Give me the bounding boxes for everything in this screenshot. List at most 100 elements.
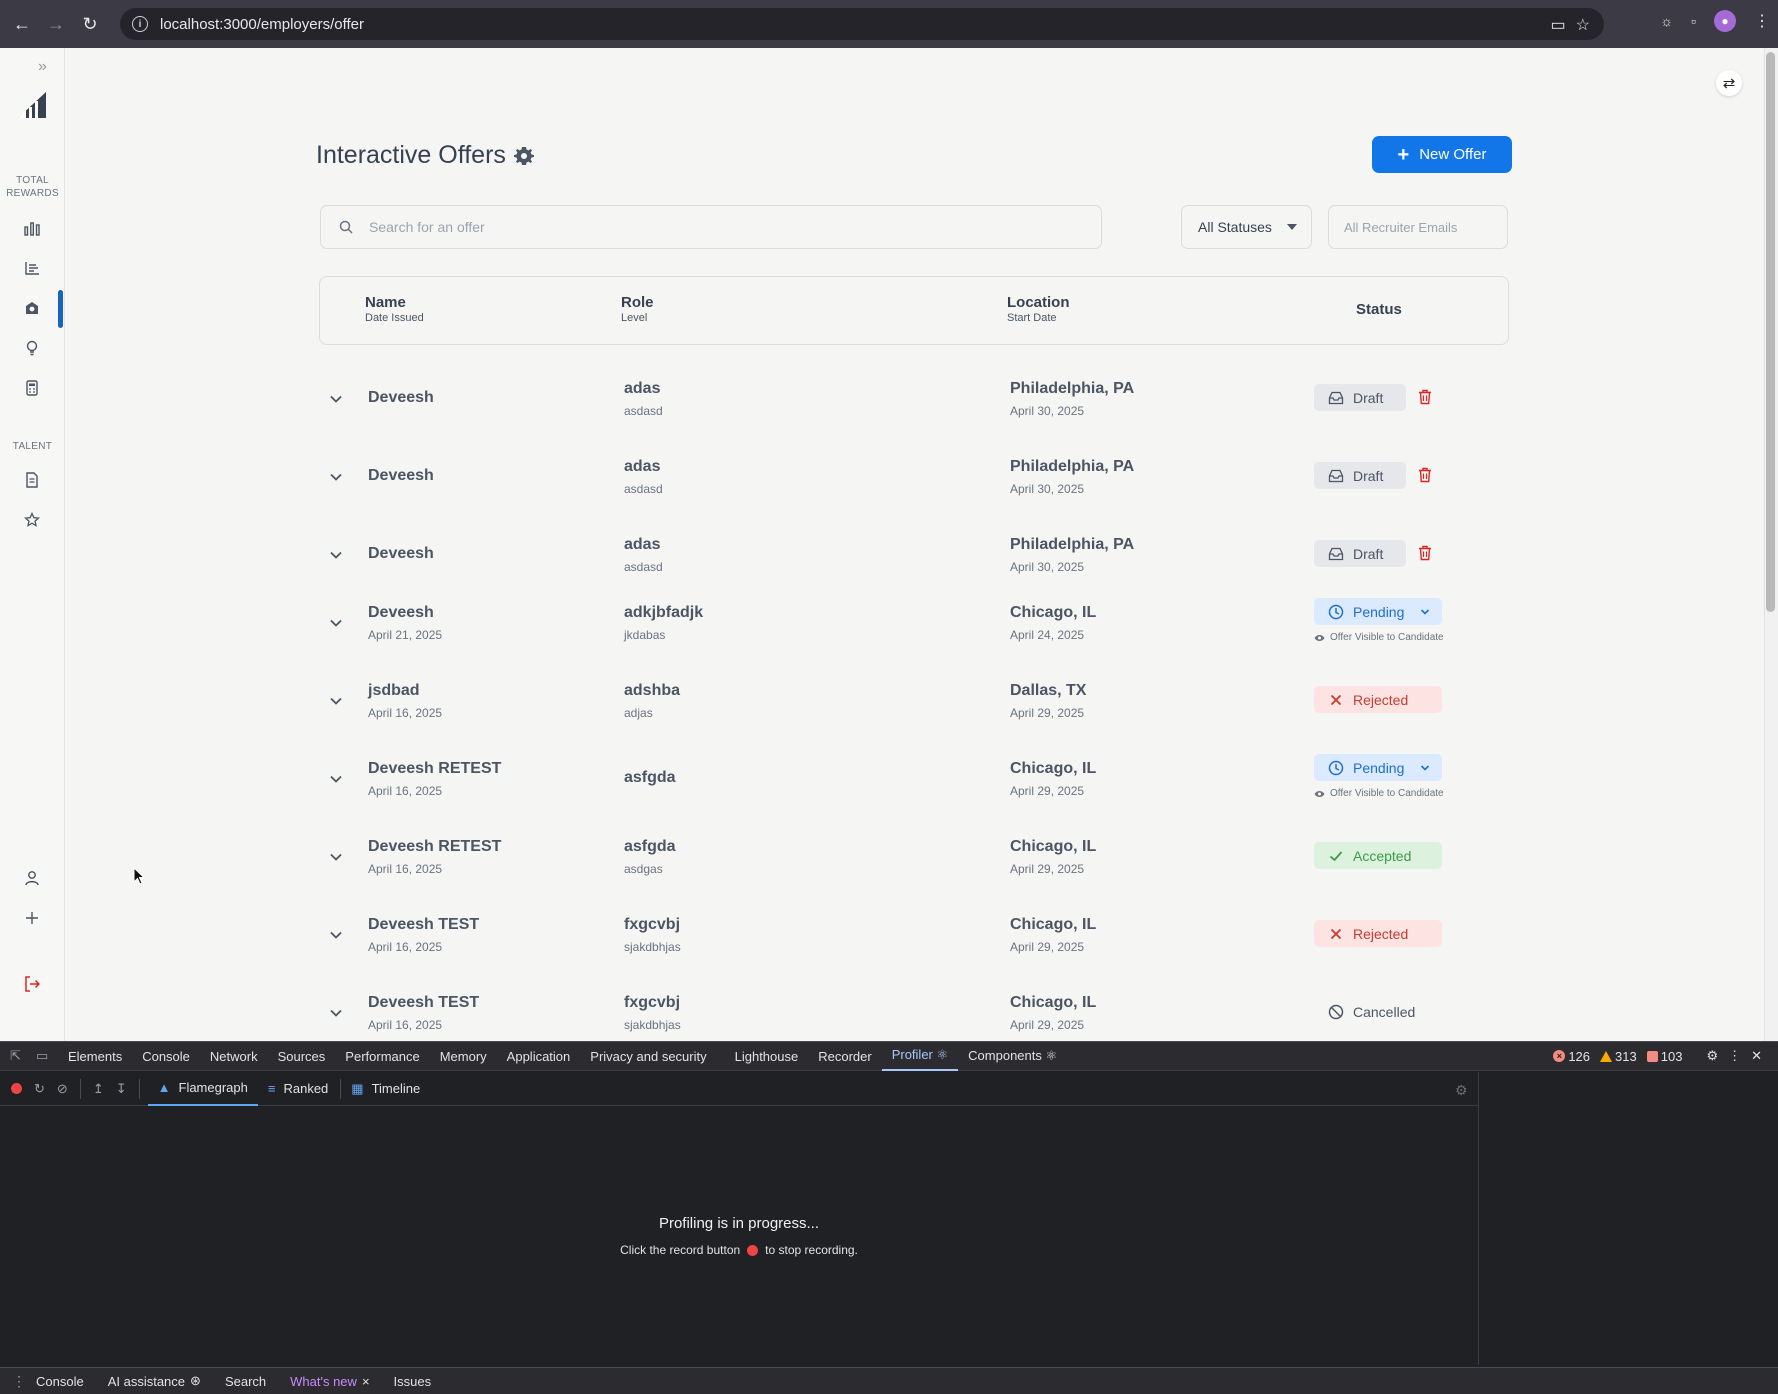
table-row[interactable]: Deveesh RETEST April 16, 2025 asfgda asdgas… bbox=[319, 824, 1509, 902]
plus-icon: + bbox=[1397, 143, 1410, 166]
x-icon bbox=[1330, 928, 1342, 939]
trash-icon[interactable] bbox=[1418, 545, 1432, 561]
save-profile-icon[interactable]: ↧ bbox=[116, 1081, 127, 1097]
inspect-element-icon[interactable]: ⇱ bbox=[10, 1048, 26, 1064]
bar-chart-icon[interactable] bbox=[22, 218, 42, 238]
tab-flamegraph[interactable]: ▲ Flamegraph bbox=[147, 1072, 258, 1106]
offer-level: sjakdbhjas bbox=[624, 940, 681, 954]
devtools-tab[interactable]: Elements bbox=[58, 1041, 132, 1071]
drawer-tab-search[interactable]: Search bbox=[213, 1374, 278, 1389]
devtools-tab[interactable]: Recorder bbox=[808, 1041, 881, 1071]
table-row[interactable]: jsdbad April 16, 2025 adshba adjas Dallas, T… bbox=[319, 668, 1509, 746]
status-badge[interactable]: Pending bbox=[1314, 754, 1442, 781]
recruiter-email-filter[interactable]: All Recruiter Emails bbox=[1328, 205, 1508, 249]
add-icon[interactable] bbox=[22, 908, 42, 928]
offers-inbox-icon[interactable] bbox=[22, 298, 42, 318]
drawer-tab-console[interactable]: Console bbox=[24, 1374, 96, 1389]
reload-icon[interactable]: ↻ bbox=[78, 12, 102, 36]
offer-name: Deveesh bbox=[368, 604, 434, 621]
scrollbar-thumb[interactable] bbox=[1766, 52, 1775, 612]
table-row[interactable]: Deveesh adas asdasd Philadelphia, PA April 3… bbox=[319, 522, 1509, 600]
reload-profile-icon[interactable]: ↻ bbox=[34, 1081, 45, 1097]
record-button-icon[interactable] bbox=[11, 1083, 22, 1094]
back-icon[interactable]: ← bbox=[10, 12, 34, 36]
chevron-down-icon[interactable] bbox=[329, 850, 343, 864]
devtools-tab[interactable]: Application bbox=[497, 1041, 581, 1071]
status-dropdown-icon bbox=[1420, 765, 1430, 771]
clear-profile-icon[interactable]: ⊘ bbox=[57, 1081, 68, 1097]
chevron-down-icon[interactable] bbox=[329, 548, 343, 562]
bookmark-star-icon[interactable]: ☆ bbox=[1576, 15, 1590, 35]
install-app-icon[interactable]: ▭ bbox=[1551, 15, 1566, 35]
devtools-more-icon[interactable]: ⋮ bbox=[1728, 1048, 1741, 1064]
warning-count[interactable]: 313 bbox=[1600, 1049, 1637, 1064]
drawer-tab-issues[interactable]: Issues bbox=[382, 1374, 444, 1389]
chevron-down-icon[interactable] bbox=[329, 470, 343, 484]
list-chart-icon[interactable] bbox=[22, 258, 42, 278]
logout-icon[interactable] bbox=[22, 974, 42, 994]
devtools-tab[interactable]: Profiler ⚛ bbox=[881, 1041, 959, 1071]
expand-sidebar-icon[interactable]: » bbox=[38, 58, 47, 76]
browser-menu-icon[interactable]: ⋮ bbox=[1754, 11, 1770, 31]
profile-avatar[interactable]: ● bbox=[1714, 10, 1736, 32]
chevron-down-icon[interactable] bbox=[329, 392, 343, 406]
address-bar[interactable]: i localhost:3000/employers/offer ▭ ☆ bbox=[120, 8, 1604, 40]
document-icon[interactable] bbox=[22, 470, 42, 490]
trash-icon[interactable] bbox=[1418, 467, 1432, 483]
profiler-settings-icon[interactable]: ⚙ bbox=[1455, 1082, 1468, 1099]
lightbulb-icon[interactable] bbox=[22, 338, 42, 358]
extensions-icon[interactable]: ▫ bbox=[1691, 13, 1696, 29]
load-profile-icon[interactable]: ↥ bbox=[93, 1081, 104, 1097]
table-row[interactable]: Deveesh adas asdasd Philadelphia, PA April 3… bbox=[319, 444, 1509, 522]
new-offer-button[interactable]: + New Offer bbox=[1372, 136, 1512, 173]
close-tab-icon[interactable]: × bbox=[362, 1374, 370, 1389]
page-scrollbar[interactable] bbox=[1764, 48, 1778, 1041]
site-info-icon[interactable]: i bbox=[132, 16, 148, 32]
table-header: Name Date Issued Role Level Location Sta… bbox=[319, 276, 1509, 345]
device-toolbar-icon[interactable]: ▭ bbox=[36, 1048, 52, 1064]
offer-location: Chicago, IL bbox=[1010, 916, 1097, 933]
chevron-down-icon[interactable] bbox=[329, 616, 343, 630]
devtools-close-icon[interactable]: ✕ bbox=[1751, 1048, 1762, 1064]
chevron-down-icon[interactable] bbox=[329, 772, 343, 786]
trash-icon[interactable] bbox=[1418, 389, 1432, 405]
user-icon[interactable] bbox=[22, 868, 42, 888]
status-badge[interactable]: Pending bbox=[1314, 598, 1442, 625]
table-row[interactable]: Deveesh TEST April 16, 2025 fxgcvbj sjakdbh… bbox=[319, 902, 1509, 980]
search-input[interactable]: Search for an offer bbox=[320, 205, 1102, 249]
calculator-icon[interactable] bbox=[22, 378, 42, 398]
devtools-tab[interactable]: Console bbox=[132, 1041, 200, 1071]
devtools-tab[interactable]: Memory bbox=[430, 1041, 497, 1071]
drawer-tab-ai-assistance[interactable]: AI assistance ⊛ bbox=[96, 1373, 213, 1389]
devtools-tab[interactable]: Network bbox=[200, 1041, 268, 1071]
incognito-icon[interactable]: ☼ bbox=[1660, 13, 1673, 29]
chevron-down-icon[interactable] bbox=[329, 694, 343, 708]
devtools-tab[interactable]: Lighthouse bbox=[725, 1041, 809, 1071]
status-filter-select[interactable]: All Statuses bbox=[1181, 205, 1312, 249]
tab-ranked[interactable]: ≡ Ranked bbox=[258, 1072, 338, 1106]
chevron-down-icon[interactable] bbox=[329, 928, 343, 942]
star-icon[interactable] bbox=[22, 510, 42, 530]
drawer-tab-whats-new[interactable]: What's new × bbox=[278, 1374, 381, 1389]
settings-gear-icon[interactable] bbox=[513, 146, 534, 166]
drawer-menu-icon[interactable]: ⋮ bbox=[12, 1373, 26, 1390]
table-row[interactable]: Deveesh TEST April 16, 2025 fxgcvbj sjakdbh… bbox=[319, 980, 1509, 1041]
status-icon-wrap bbox=[1327, 759, 1345, 777]
devtools-tab[interactable]: Performance bbox=[335, 1041, 429, 1071]
devtools-tab[interactable]: Privacy and security bbox=[580, 1041, 716, 1071]
table-row[interactable]: Deveesh adas asdasd Philadelphia, PA April 3… bbox=[319, 366, 1509, 444]
swap-view-icon[interactable]: ⇄ bbox=[1716, 70, 1742, 96]
devtools-tab[interactable]: Sources bbox=[268, 1041, 336, 1071]
issue-count[interactable]: 103 bbox=[1646, 1049, 1682, 1064]
error-count[interactable]: × 126 bbox=[1553, 1049, 1590, 1064]
header-level: Level bbox=[621, 312, 648, 324]
devtools-tab[interactable]: Components ⚛ bbox=[958, 1041, 1067, 1071]
offer-name: Deveesh RETEST bbox=[368, 838, 502, 855]
forward-icon[interactable]: → bbox=[44, 12, 68, 36]
devtools-settings-icon[interactable]: ⚙ bbox=[1706, 1048, 1718, 1064]
chevron-down-icon[interactable] bbox=[329, 1006, 343, 1020]
table-row[interactable]: Deveesh April 21, 2025 adkjbfadjk jkdabas Ch… bbox=[319, 590, 1509, 668]
table-row[interactable]: Deveesh RETEST April 16, 2025 asfgda Chicag… bbox=[319, 746, 1509, 824]
search-icon bbox=[339, 220, 353, 234]
tab-timeline[interactable]: ▦ Timeline bbox=[341, 1072, 430, 1106]
